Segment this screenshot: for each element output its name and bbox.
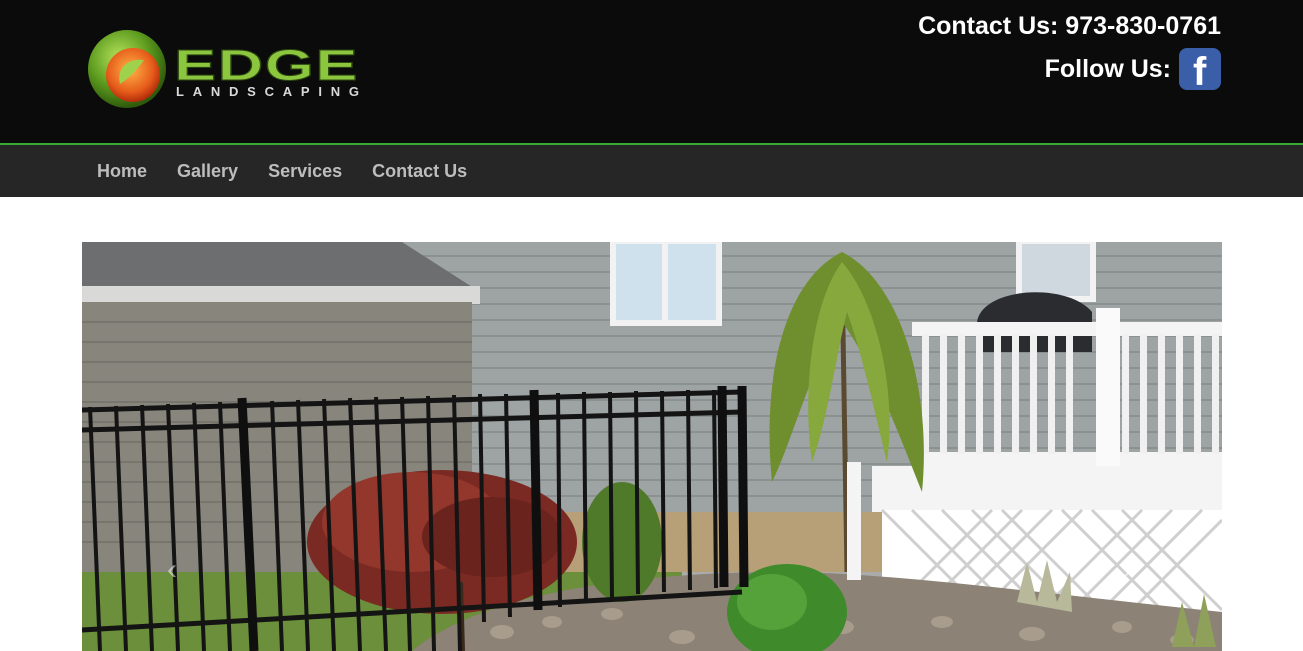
follow-us: Follow Us: f — [1044, 48, 1221, 94]
nav-item-home[interactable]: Home — [82, 161, 162, 182]
slider-prev-button[interactable]: ‹ — [157, 550, 187, 590]
hero-slide-image — [82, 242, 1222, 651]
slider-next-button[interactable]: › — [1112, 550, 1142, 590]
main-nav: Home Gallery Services Contact Us — [0, 143, 1303, 197]
nav-item-contact-us[interactable]: Contact Us — [357, 161, 482, 182]
nav-item-services[interactable]: Services — [253, 161, 357, 182]
hero-slider[interactable]: ‹ › — [82, 242, 1222, 651]
logo-word: EDGE — [174, 41, 359, 90]
nav-item-gallery[interactable]: Gallery — [162, 161, 253, 182]
contact-phone[interactable]: Contact Us: 973-830-0761 — [918, 12, 1221, 41]
logo-orange-orb — [106, 48, 160, 102]
site-header: EDGE LANDSCAPING Contact Us: 973-830-076… — [0, 0, 1303, 143]
nav-menu: Home Gallery Services Contact Us — [82, 145, 482, 197]
facebook-icon[interactable]: f — [1179, 48, 1221, 94]
edge-landscaping-logo[interactable]: EDGE LANDSCAPING — [86, 28, 366, 112]
follow-label: Follow Us: — [1044, 54, 1171, 83]
facebook-glyph: f — [1193, 50, 1207, 94]
